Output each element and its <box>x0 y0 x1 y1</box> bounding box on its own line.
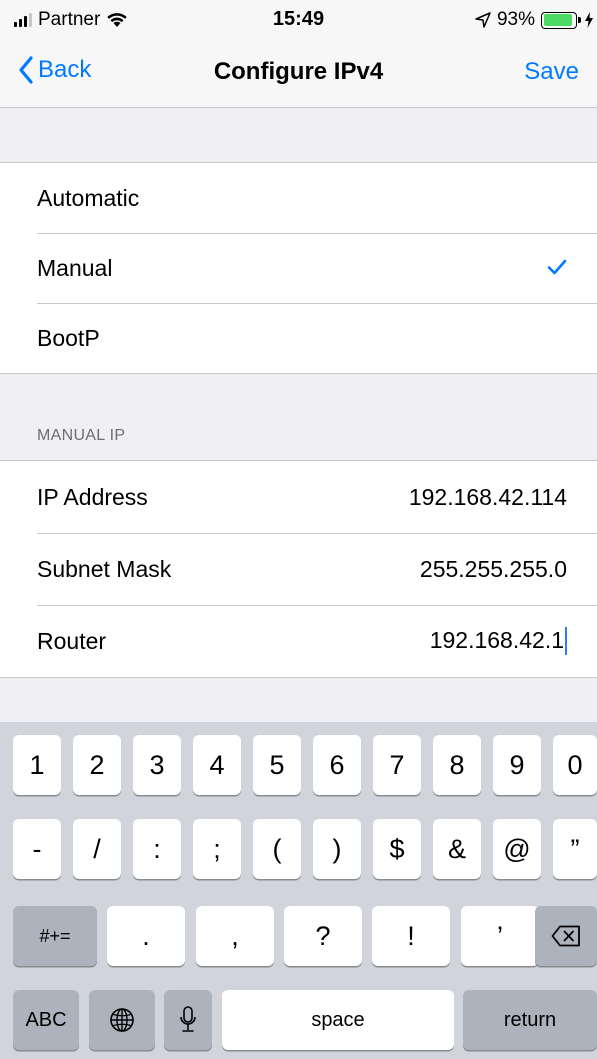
mode-manual[interactable]: Manual <box>0 233 597 303</box>
key-8[interactable]: 8 <box>433 735 481 795</box>
key-3[interactable]: 3 <box>133 735 181 795</box>
return-key[interactable]: return <box>463 990 597 1050</box>
subnet-mask-input[interactable]: 255.255.255.0 <box>420 556 567 583</box>
key-period[interactable]: . <box>107 906 185 966</box>
manual-ip-fields: IP Address 192.168.42.114 Subnet Mask 25… <box>0 460 597 678</box>
field-label: Router <box>37 627 107 654</box>
status-bar: Partner 15:49 93% <box>0 0 597 40</box>
microphone-icon <box>180 1006 196 1032</box>
status-right: 93% <box>475 9 593 31</box>
key-apostrophe[interactable]: ’ <box>461 906 539 966</box>
key-open-paren[interactable]: ( <box>253 819 301 879</box>
mode-bootp[interactable]: BootP <box>0 303 597 373</box>
key-slash[interactable]: / <box>73 819 121 879</box>
dictation-key[interactable] <box>164 990 212 1050</box>
key-comma[interactable]: , <box>196 906 274 966</box>
save-button[interactable]: Save <box>524 58 579 86</box>
key-semicolon[interactable]: ; <box>193 819 241 879</box>
field-label: IP Address <box>37 483 148 510</box>
mode-label: Manual <box>37 254 113 281</box>
location-icon <box>475 12 491 28</box>
key-9[interactable]: 9 <box>493 735 541 795</box>
globe-icon <box>110 1008 134 1032</box>
mode-label: BootP <box>37 324 100 351</box>
router-value: 192.168.42.1 <box>429 626 564 653</box>
ip-address-input[interactable]: 192.168.42.114 <box>409 484 567 511</box>
key-question[interactable]: ? <box>284 906 362 966</box>
ip-address-field[interactable]: IP Address 192.168.42.114 <box>0 461 597 533</box>
navigation-bar: Back Configure IPv4 Save <box>0 40 597 108</box>
key-more-symbols[interactable]: #+= <box>13 906 97 966</box>
key-hyphen[interactable]: - <box>13 819 61 879</box>
key-quote[interactable]: ” <box>553 819 597 879</box>
field-label: Subnet Mask <box>37 555 172 582</box>
key-dollar[interactable]: $ <box>373 819 421 879</box>
charging-icon <box>585 12 593 28</box>
router-field[interactable]: Router 192.168.42.1 <box>0 605 597 677</box>
key-6[interactable]: 6 <box>313 735 361 795</box>
key-4[interactable]: 4 <box>193 735 241 795</box>
backspace-icon <box>551 925 580 947</box>
mode-automatic[interactable]: Automatic <box>0 163 597 233</box>
delete-key[interactable] <box>535 906 597 966</box>
key-7[interactable]: 7 <box>373 735 421 795</box>
key-at[interactable]: @ <box>493 819 541 879</box>
checkmark-icon <box>547 259 567 275</box>
text-cursor <box>565 627 567 656</box>
key-exclamation[interactable]: ! <box>372 906 450 966</box>
subnet-mask-field[interactable]: Subnet Mask 255.255.255.0 <box>0 533 597 605</box>
space-key[interactable]: space <box>222 990 454 1050</box>
key-colon[interactable]: : <box>133 819 181 879</box>
key-abc[interactable]: ABC <box>13 990 79 1050</box>
battery-percent: 93% <box>496 9 535 30</box>
key-ampersand[interactable]: & <box>433 819 481 879</box>
keyboard: 1 2 3 4 5 6 7 8 9 0 - / : ; ( ) $ & @ ” … <box>0 722 597 1059</box>
globe-key[interactable] <box>89 990 155 1050</box>
battery-icon <box>541 11 581 29</box>
key-5[interactable]: 5 <box>253 735 301 795</box>
ipv4-mode-list: Automatic Manual BootP <box>0 162 597 374</box>
router-input[interactable]: 192.168.42.1 <box>430 627 567 656</box>
key-1[interactable]: 1 <box>13 735 61 795</box>
key-close-paren[interactable]: ) <box>313 819 361 879</box>
key-0[interactable]: 0 <box>553 735 597 795</box>
section-header-manual-ip: MANUAL IP <box>37 427 126 444</box>
page-title: Configure IPv4 <box>213 58 384 85</box>
mode-label: Automatic <box>37 184 140 211</box>
key-2[interactable]: 2 <box>73 735 121 795</box>
